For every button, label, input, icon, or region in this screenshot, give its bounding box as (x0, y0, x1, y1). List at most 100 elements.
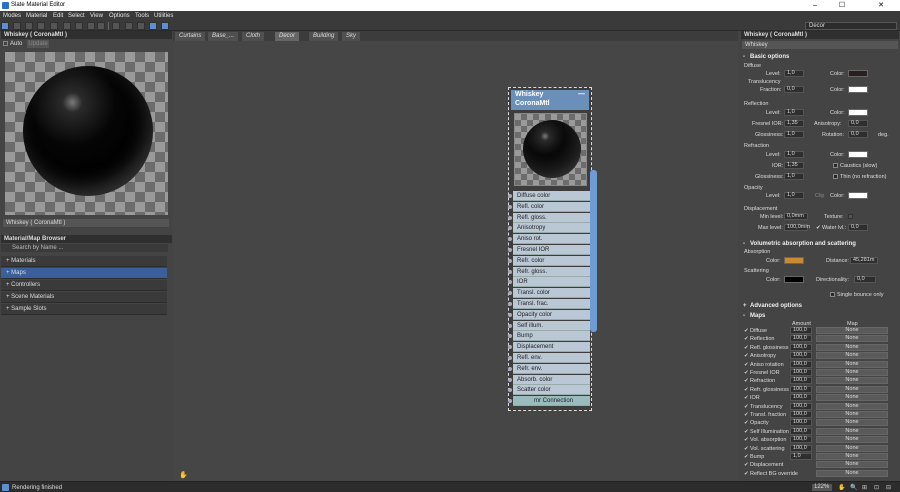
ior-spinner[interactable]: 1,35 (784, 162, 804, 169)
map-amount-spinner[interactable]: 100,0 (790, 444, 812, 452)
map-enable-check[interactable]: ✔ (744, 437, 749, 443)
maps-rollout[interactable]: - Maps (741, 312, 899, 320)
node-slot[interactable]: Self illum. (508, 320, 590, 331)
map-enable-check[interactable]: ✔ (744, 462, 749, 468)
node-slot[interactable]: Bump (508, 331, 590, 342)
map-slot-button[interactable]: None (816, 461, 888, 469)
slot-input-port[interactable] (508, 269, 512, 274)
map-slot-button[interactable]: None (816, 402, 888, 410)
zoom-extents-icon[interactable]: ⊡ (874, 484, 879, 491)
map-enable-check[interactable]: ✔ (744, 420, 749, 426)
pan-icon[interactable]: ✋ (838, 484, 845, 491)
pan-hand-icon[interactable]: ✋ (179, 471, 188, 479)
volumetric-rollout[interactable]: - Volumetric absorption and scattering (741, 240, 899, 248)
node-slot[interactable]: Diffuse color (508, 191, 590, 201)
node-slot[interactable]: Refl. color (508, 201, 590, 212)
map-enable-check[interactable]: ✔ (744, 395, 749, 401)
assign-material-icon[interactable] (37, 22, 45, 30)
maximize-button[interactable]: ☐ (836, 1, 848, 10)
map-slot-button[interactable]: None (816, 411, 888, 418)
map-slot-button[interactable]: None (816, 377, 888, 385)
slot-input-port[interactable] (508, 377, 512, 382)
zoom-icon[interactable]: 🔍 (850, 484, 857, 491)
absorption-distance-spinner[interactable]: 45,281m (850, 257, 878, 264)
slot-input-port[interactable] (508, 388, 512, 393)
menu-select[interactable]: Select (68, 13, 85, 19)
slot-input-port[interactable] (508, 356, 512, 360)
node-output-port[interactable] (590, 170, 597, 332)
scattering-color-swatch[interactable] (784, 276, 804, 283)
select-tool-icon[interactable] (1, 22, 9, 30)
thin-checkbox[interactable] (833, 174, 838, 179)
advanced-options-rollout[interactable]: + Advanced options (741, 302, 899, 310)
parameter-editor-icon[interactable] (149, 22, 157, 30)
map-amount-spinner[interactable]: 100,0 (790, 411, 812, 418)
browser-item-materials[interactable]: + Materials (1, 256, 167, 267)
show-map-icon[interactable] (87, 22, 95, 30)
map-amount-spinner[interactable]: 1,0 (790, 453, 812, 460)
map-enable-check[interactable]: ✔ (744, 429, 749, 435)
map-amount-spinner[interactable]: 100,0 (790, 343, 812, 351)
rotation-spinner[interactable]: 0,0 (848, 131, 868, 138)
slot-input-port[interactable] (508, 323, 512, 328)
menu-edit[interactable]: Edit (53, 13, 63, 19)
zoom-level[interactable]: 122% (812, 484, 832, 491)
reflection-color-swatch[interactable] (848, 109, 868, 116)
put-to-scene-icon[interactable] (25, 22, 33, 30)
material-map-browser-icon[interactable] (137, 22, 145, 30)
map-enable-check[interactable]: ✔ (744, 378, 749, 384)
menu-material[interactable]: Material (26, 13, 47, 19)
node-slot[interactable]: Transl. frac. (508, 299, 590, 309)
node-collapse-button[interactable]: — (578, 90, 585, 99)
anisotropy-spinner[interactable]: 0,0 (848, 120, 868, 127)
refraction-glossiness-spinner[interactable]: 1,0 (784, 173, 804, 180)
zoom-selected-icon[interactable]: ⊟ (886, 484, 891, 491)
menu-tools[interactable]: Tools (135, 13, 149, 19)
slot-input-port[interactable] (508, 312, 512, 317)
slot-input-port[interactable] (508, 334, 512, 339)
slot-input-port[interactable] (508, 194, 512, 198)
node-slot[interactable]: Refr. env. (508, 363, 590, 374)
navigator-icon[interactable] (161, 22, 169, 30)
view-selector-dropdown[interactable]: Decor (805, 22, 897, 30)
map-slot-button[interactable]: None (816, 427, 888, 435)
slot-input-port[interactable] (508, 399, 512, 404)
node-slot[interactable]: Transl. color (508, 288, 590, 299)
map-slot-button[interactable]: None (816, 352, 888, 360)
map-amount-spinner[interactable]: 100,0 (790, 327, 812, 334)
menu-utilities[interactable]: Utilities (154, 13, 173, 19)
map-enable-check[interactable]: ✔ (744, 404, 749, 410)
map-amount-spinner[interactable]: 100,0 (790, 436, 812, 444)
directionality-spinner[interactable]: 0,0 (854, 276, 876, 283)
node-slot[interactable]: Refr. gloss. (508, 266, 590, 277)
displacement-texture-button[interactable] (848, 214, 853, 219)
slot-input-port[interactable] (508, 345, 512, 350)
caustics-checkbox[interactable] (833, 163, 838, 168)
map-enable-check[interactable]: ✔ (744, 353, 749, 359)
slot-input-port[interactable] (508, 302, 512, 306)
diffuse-level-spinner[interactable]: 1,0 (784, 70, 804, 77)
map-slot-button[interactable]: None (816, 335, 888, 343)
map-enable-check[interactable]: ✔ (744, 471, 749, 477)
basic-options-rollout[interactable]: - Basic options (741, 53, 899, 61)
slot-input-port[interactable] (508, 366, 512, 371)
map-amount-spinner[interactable]: 100,0 (790, 352, 812, 360)
node-view-canvas[interactable]: ✋ (173, 41, 738, 481)
node-slot[interactable]: Aniso rot. (508, 234, 590, 245)
slot-input-port[interactable] (508, 237, 512, 242)
menu-modes[interactable]: Modes (3, 13, 21, 19)
map-slot-button[interactable]: None (816, 327, 888, 334)
slot-input-port[interactable] (508, 248, 512, 252)
node-slot[interactable]: Refl. gloss. (508, 212, 590, 223)
map-slot-button[interactable]: None (816, 444, 888, 452)
single-bounce-checkbox[interactable] (830, 292, 835, 297)
translucency-color-swatch[interactable] (848, 86, 868, 93)
map-amount-spinner[interactable]: 100,0 (790, 419, 812, 427)
node-slot[interactable]: Refl. env. (508, 353, 590, 363)
map-amount-spinner[interactable]: 100,0 (790, 335, 812, 343)
slot-input-port[interactable] (508, 204, 512, 209)
material-name-field[interactable]: Whiskey (742, 41, 898, 49)
map-slot-button[interactable]: None (816, 436, 888, 444)
water-level-check[interactable]: ✔ (816, 225, 821, 231)
map-enable-check[interactable]: ✔ (744, 387, 749, 393)
